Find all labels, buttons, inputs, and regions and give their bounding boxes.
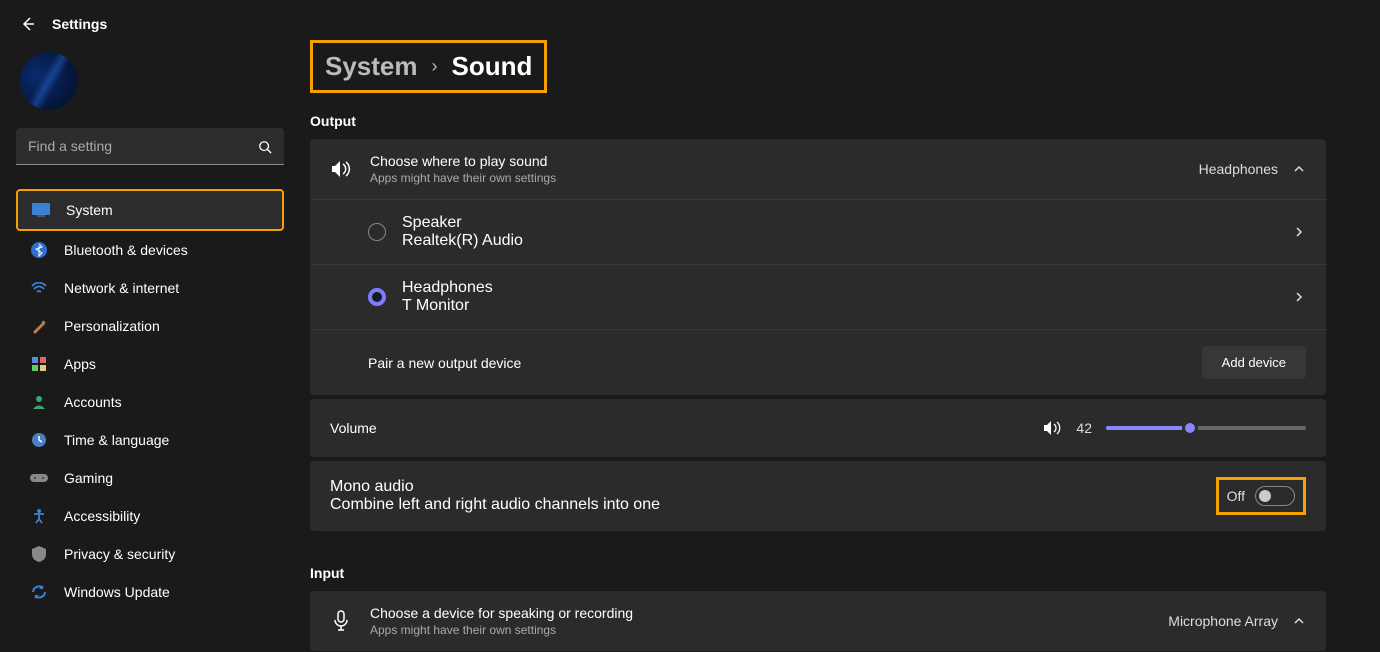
sidebar-item-label: System <box>66 202 113 218</box>
volume-controls: 42 <box>1042 419 1306 437</box>
output-section-label: Output <box>310 113 1326 129</box>
row-title: Choose a device for speaking or recordin… <box>370 605 1150 621</box>
choose-output-row[interactable]: Choose where to play sound Apps might ha… <box>310 139 1326 199</box>
gaming-icon <box>30 469 48 487</box>
row-texts: Choose a device for speaking or recordin… <box>370 605 1150 637</box>
sidebar-item-personalization[interactable]: Personalization <box>16 307 284 345</box>
sidebar-item-system[interactable]: System <box>16 189 284 231</box>
device-name: Speaker <box>402 214 1276 232</box>
volume-card: Volume 42 <box>310 399 1326 457</box>
device-name: Headphones <box>402 279 1276 297</box>
breadcrumb-parent[interactable]: System <box>325 51 418 82</box>
output-card: Choose where to play sound Apps might ha… <box>310 139 1326 395</box>
chevron-right-icon: › <box>432 56 438 77</box>
row-subtitle: Apps might have their own settings <box>370 623 1150 637</box>
toggle-knob <box>1259 490 1271 502</box>
sidebar-item-label: Apps <box>64 356 96 372</box>
sidebar-item-network[interactable]: Network & internet <box>16 269 284 307</box>
sidebar-item-accessibility[interactable]: Accessibility <box>16 497 284 535</box>
back-icon[interactable] <box>20 16 36 32</box>
sidebar-item-accounts[interactable]: Accounts <box>16 383 284 421</box>
sidebar-item-label: Time & language <box>64 432 169 448</box>
search-container <box>16 128 284 165</box>
radio-selected[interactable] <box>368 288 386 306</box>
device-texts: Headphones T Monitor <box>402 279 1276 315</box>
device-row-speaker[interactable]: Speaker Realtek(R) Audio <box>310 199 1326 264</box>
bluetooth-icon <box>30 241 48 259</box>
sidebar-item-gaming[interactable]: Gaming <box>16 459 284 497</box>
chevron-right-icon[interactable] <box>1292 225 1306 239</box>
sidebar-item-update[interactable]: Windows Update <box>16 573 284 611</box>
mono-toggle-group: Off <box>1216 477 1306 515</box>
chevron-right-icon[interactable] <box>1292 290 1306 304</box>
volume-value: 42 <box>1076 420 1092 436</box>
slider-fill <box>1106 426 1190 430</box>
pair-label: Pair a new output device <box>368 355 1202 371</box>
sidebar-item-apps[interactable]: Apps <box>16 345 284 383</box>
sidebar-item-label: Bluetooth & devices <box>64 242 188 258</box>
volume-label: Volume <box>330 420 377 436</box>
mono-texts: Mono audio Combine left and right audio … <box>330 478 1216 514</box>
toggle-state-label: Off <box>1227 488 1245 504</box>
search-icon <box>258 140 272 154</box>
row-texts: Choose where to play sound Apps might ha… <box>370 153 1181 185</box>
network-icon <box>30 279 48 297</box>
device-texts: Speaker Realtek(R) Audio <box>402 214 1276 250</box>
row-trail: Microphone Array <box>1168 613 1306 629</box>
input-card: Choose a device for speaking or recordin… <box>310 591 1326 651</box>
search-input[interactable] <box>16 128 284 165</box>
apps-icon <box>30 355 48 373</box>
breadcrumb-page: Sound <box>452 51 533 82</box>
mono-sub: Combine left and right audio channels in… <box>330 496 1216 514</box>
sidebar-item-label: Accounts <box>64 394 122 410</box>
choose-input-row[interactable]: Choose a device for speaking or recordin… <box>310 591 1326 651</box>
accessibility-icon <box>30 507 48 525</box>
sidebar-header: Settings <box>16 16 292 32</box>
chevron-up-icon[interactable] <box>1292 162 1306 176</box>
speaker-icon <box>330 159 352 179</box>
personalization-icon <box>30 317 48 335</box>
row-subtitle: Apps might have their own settings <box>370 171 1181 185</box>
output-value: Headphones <box>1199 161 1278 177</box>
microphone-icon <box>330 610 352 632</box>
device-sub: T Monitor <box>402 297 1276 315</box>
clock-icon <box>30 431 48 449</box>
chevron-up-icon[interactable] <box>1292 614 1306 628</box>
sidebar-item-label: Windows Update <box>64 584 170 600</box>
breadcrumb: System › Sound <box>310 40 547 93</box>
input-value: Microphone Array <box>1168 613 1278 629</box>
input-section-label: Input <box>310 565 1326 581</box>
row-title: Choose where to play sound <box>370 153 1181 169</box>
volume-slider[interactable] <box>1106 426 1306 430</box>
content: System › Sound Output Choose where to pl… <box>300 0 1380 652</box>
shield-icon <box>30 545 48 563</box>
sidebar: Settings System Bluetooth & devices Netw… <box>0 0 300 652</box>
sidebar-item-privacy[interactable]: Privacy & security <box>16 535 284 573</box>
sidebar-item-label: Gaming <box>64 470 113 486</box>
volume-icon[interactable] <box>1042 419 1062 437</box>
row-trail: Headphones <box>1199 161 1306 177</box>
nav-list: System Bluetooth & devices Network & int… <box>16 189 292 611</box>
sidebar-item-time[interactable]: Time & language <box>16 421 284 459</box>
sidebar-item-label: Accessibility <box>64 508 140 524</box>
avatar[interactable] <box>20 52 78 110</box>
pair-row: Pair a new output device Add device <box>310 329 1326 395</box>
device-row-headphones[interactable]: Headphones T Monitor <box>310 264 1326 329</box>
sidebar-item-label: Personalization <box>64 318 160 334</box>
sidebar-item-label: Network & internet <box>64 280 179 296</box>
radio-unselected[interactable] <box>368 223 386 241</box>
sidebar-item-bluetooth[interactable]: Bluetooth & devices <box>16 231 284 269</box>
mono-audio-card: Mono audio Combine left and right audio … <box>310 461 1326 531</box>
accounts-icon <box>30 393 48 411</box>
mono-toggle[interactable] <box>1255 486 1295 506</box>
slider-thumb[interactable] <box>1182 420 1198 436</box>
add-device-button[interactable]: Add device <box>1202 346 1306 379</box>
mono-title: Mono audio <box>330 478 1216 496</box>
sidebar-item-label: Privacy & security <box>64 546 175 562</box>
device-sub: Realtek(R) Audio <box>402 232 1276 250</box>
app-title: Settings <box>52 16 107 32</box>
update-icon <box>30 583 48 601</box>
system-icon <box>32 201 50 219</box>
